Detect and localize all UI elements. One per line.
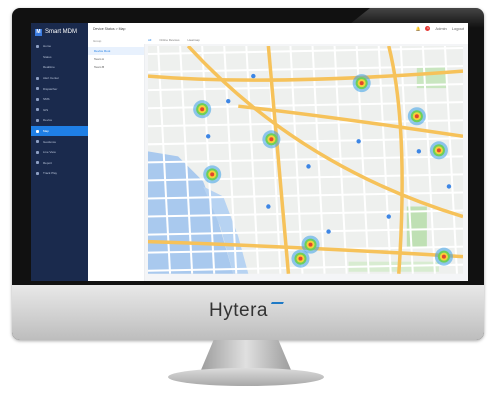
- sidebar-item-label: Map: [43, 129, 49, 134]
- heatmap-spot: [308, 242, 313, 247]
- map-poi-icon: [386, 214, 391, 219]
- sidebar-item-label: GIS: [43, 107, 49, 112]
- sidebar-item-device[interactable]: Device: [31, 115, 88, 126]
- sidebar-item-label: Dispatcher: [43, 86, 58, 91]
- heatmap-spot: [414, 114, 419, 119]
- nav-icon: [36, 140, 39, 144]
- tree-item[interactable]: Team B: [88, 63, 144, 71]
- sidebar-item-label: Home: [43, 44, 52, 49]
- nav-icon: [36, 87, 39, 91]
- map-poi-icon: [251, 73, 256, 79]
- nav-icon: [36, 150, 39, 154]
- breadcrumb: Device Status > Map: [93, 27, 126, 31]
- app-screen: M Smart MDM Home Status Realtime Alert Cent…: [31, 23, 468, 281]
- map-tab[interactable]: Online Devices: [159, 38, 179, 42]
- map-tab[interactable]: Heatmap: [188, 38, 200, 42]
- map-poi-icon: [416, 149, 422, 154]
- map-tabs: All Online Devices Heatmap: [144, 35, 468, 44]
- logo-mark-icon: M: [35, 28, 42, 36]
- map-poi-icon: [306, 164, 311, 169]
- sidebar-item-label: Device: [43, 118, 53, 123]
- map-poi-icon: [205, 134, 211, 139]
- tree-item[interactable]: Team A: [88, 55, 144, 63]
- sidebar-item-gis[interactable]: GIS: [31, 105, 88, 116]
- map-poi-icon: [446, 184, 452, 189]
- topbar-actions: 🔔 1 Admin Logout: [415, 26, 464, 31]
- sidebar-item-geofence[interactable]: Geofence: [31, 136, 88, 147]
- map-area: All Online Devices Heatmap: [144, 35, 468, 281]
- sidebar-item-label: Live View: [43, 150, 56, 155]
- nav-icon: [36, 44, 39, 48]
- app-title: Smart MDM: [45, 29, 77, 35]
- heatmap-spot: [441, 254, 446, 259]
- nav-icon: [36, 161, 39, 165]
- sidebar-item-track-play[interactable]: Track Play: [31, 168, 88, 179]
- sidebar-nav: Home Status Realtime Alert Center Dispatcher…: [31, 41, 88, 179]
- tree-item[interactable]: Device Root: [88, 47, 144, 55]
- user-menu[interactable]: Admin: [435, 26, 446, 31]
- sidebar-item-map[interactable]: Map: [31, 125, 88, 137]
- nav-icon: [36, 97, 39, 101]
- brand-swoosh-icon: [268, 302, 284, 310]
- sidebar-item-label: Track Play: [43, 171, 58, 176]
- notification-badge: 1: [425, 26, 431, 31]
- nav-icon: [36, 118, 39, 122]
- bell-icon[interactable]: 🔔: [415, 26, 420, 31]
- nav-icon: [36, 171, 39, 175]
- sidebar-item-label: Status: [43, 54, 52, 59]
- map-poi-icon: [226, 98, 231, 104]
- nav-icon: [36, 108, 39, 112]
- sidebar-item-sms[interactable]: SMS: [31, 94, 88, 105]
- nav-icon: [36, 76, 39, 80]
- sidebar: M Smart MDM Home Status Realtime Alert Cent…: [31, 23, 88, 281]
- app-logo[interactable]: M Smart MDM: [31, 23, 88, 41]
- monitor-stand-neck: [201, 340, 291, 370]
- device-tree: Device Root Team A Team B: [88, 47, 144, 71]
- map-tab[interactable]: All: [148, 38, 151, 42]
- sidebar-item-status[interactable]: Status: [31, 52, 88, 63]
- sidebar-item-live-view[interactable]: Live View: [31, 147, 88, 158]
- brand-logo: Hytera: [0, 300, 491, 322]
- logout-button[interactable]: Logout: [452, 26, 464, 31]
- sidebar-item-report[interactable]: Report: [31, 158, 88, 169]
- heatmap-spot: [200, 107, 205, 112]
- heatmap-spot: [359, 81, 364, 86]
- sidebar-item-label: Realtime: [43, 65, 55, 70]
- sidebar-item-dispatcher[interactable]: Dispatcher: [31, 83, 88, 94]
- monitor-stand-base: [168, 368, 324, 386]
- heatmap-spot: [269, 137, 274, 142]
- sidebar-item-label: Report: [43, 160, 53, 165]
- heatmap-spot: [436, 148, 441, 153]
- sidebar-item-alert-center[interactable]: Alert Center: [31, 73, 88, 84]
- panel-title: Group: [93, 39, 102, 43]
- heatmap-spot: [298, 256, 303, 261]
- sidebar-item-label: Alert Center: [43, 76, 60, 81]
- sidebar-item-label: Geofence: [43, 139, 57, 144]
- nav-icon: [36, 129, 39, 133]
- device-tree-panel: Group Device Root Team A Team B: [88, 35, 145, 281]
- map-poi-icon: [266, 204, 271, 209]
- sidebar-item-realtime[interactable]: Realtime: [31, 62, 88, 73]
- brand-name: Hytera: [209, 300, 268, 321]
- map-poi-icon: [326, 229, 331, 234]
- sidebar-item-label: SMS: [43, 97, 50, 102]
- city-map[interactable]: [148, 46, 463, 274]
- sidebar-item-home[interactable]: Home: [31, 41, 88, 52]
- map-poi-icon: [356, 139, 361, 144]
- heatmap-spot: [210, 172, 215, 177]
